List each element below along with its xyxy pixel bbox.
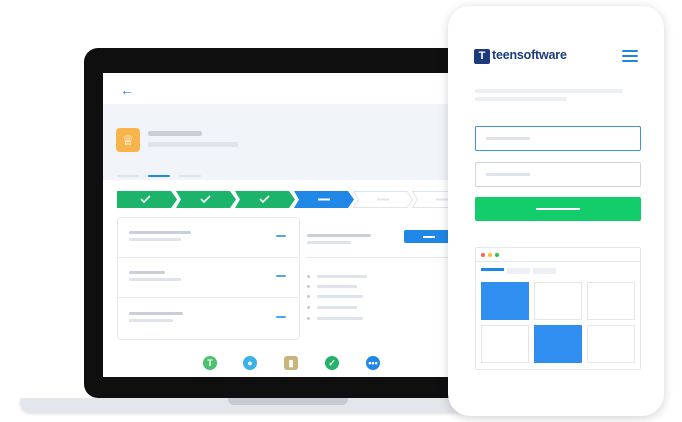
brand-name[interactable]: teensoftware	[492, 48, 567, 62]
crown-icon: ♕	[116, 128, 140, 152]
list-item-subtitle	[129, 238, 181, 241]
detail-action-button[interactable]	[404, 230, 454, 243]
grid-tile-selected[interactable]	[534, 325, 582, 363]
grid-tile[interactable]	[481, 325, 529, 363]
teensoftware-icon[interactable]: T	[203, 356, 217, 370]
list-divider	[117, 257, 298, 258]
detail-line	[317, 285, 357, 288]
detail-line	[317, 275, 367, 278]
bullet-icon	[307, 275, 310, 278]
header-subtitle-placeholder	[148, 142, 238, 147]
step-1-completed[interactable]	[117, 191, 177, 208]
phone-subheading-placeholder	[475, 97, 567, 101]
check-icon[interactable]: ✓	[325, 356, 339, 370]
list-item-subtitle	[129, 278, 181, 281]
username-field[interactable]	[475, 126, 641, 151]
detail-line	[317, 306, 357, 309]
list-item-subtitle	[129, 319, 173, 322]
step-6[interactable]	[412, 191, 453, 208]
bullet-icon	[307, 306, 310, 309]
bullet-icon	[307, 317, 310, 320]
tab-1[interactable]	[117, 175, 139, 177]
grid-tile[interactable]	[587, 282, 635, 320]
grid-tile[interactable]	[587, 325, 635, 363]
mini-tab[interactable]	[533, 268, 556, 274]
hamburger-menu-icon[interactable]	[622, 50, 638, 62]
laptop-notch	[228, 398, 348, 405]
mini-tab[interactable]	[507, 268, 530, 274]
tab-3[interactable]	[179, 175, 201, 177]
tab-2-active[interactable]	[148, 175, 170, 177]
list-item-title[interactable]	[129, 271, 165, 274]
window-close-icon[interactable]	[481, 253, 485, 257]
list-item-title[interactable]	[129, 312, 183, 315]
list-divider	[117, 297, 298, 298]
step-4-current[interactable]	[294, 191, 354, 208]
grid-tile[interactable]	[534, 282, 582, 320]
list-item-action[interactable]	[276, 235, 286, 237]
bullet-icon	[307, 285, 310, 288]
back-arrow-icon[interactable]: ←	[120, 82, 136, 98]
header-title-placeholder	[148, 131, 202, 136]
list-item-title[interactable]	[129, 231, 191, 234]
bullet-icon	[307, 295, 310, 298]
mini-tab-active[interactable]	[481, 268, 504, 271]
brand-logo-icon[interactable]: T	[474, 49, 490, 64]
detail-title	[307, 234, 371, 237]
grid-tile-selected[interactable]	[481, 282, 529, 320]
detail-line	[317, 295, 363, 298]
submit-button[interactable]	[475, 197, 641, 221]
chat-icon[interactable]: ●	[243, 356, 257, 370]
window-minimize-icon[interactable]	[488, 253, 492, 257]
window-divider	[475, 261, 641, 262]
step-5[interactable]	[353, 191, 413, 208]
detail-line	[317, 317, 363, 320]
list-item-action[interactable]	[276, 316, 286, 318]
phone-heading-placeholder	[475, 89, 623, 93]
window-maximize-icon[interactable]	[495, 253, 499, 257]
clipboard-icon[interactable]: ▮	[284, 356, 298, 370]
password-field[interactable]	[475, 162, 641, 187]
step-3-completed[interactable]	[235, 191, 295, 208]
detail-divider	[306, 257, 453, 258]
more-icon[interactable]: •••	[366, 356, 380, 370]
list-item-action[interactable]	[276, 275, 286, 277]
step-2-completed[interactable]	[176, 191, 236, 208]
detail-subtitle	[307, 241, 351, 244]
